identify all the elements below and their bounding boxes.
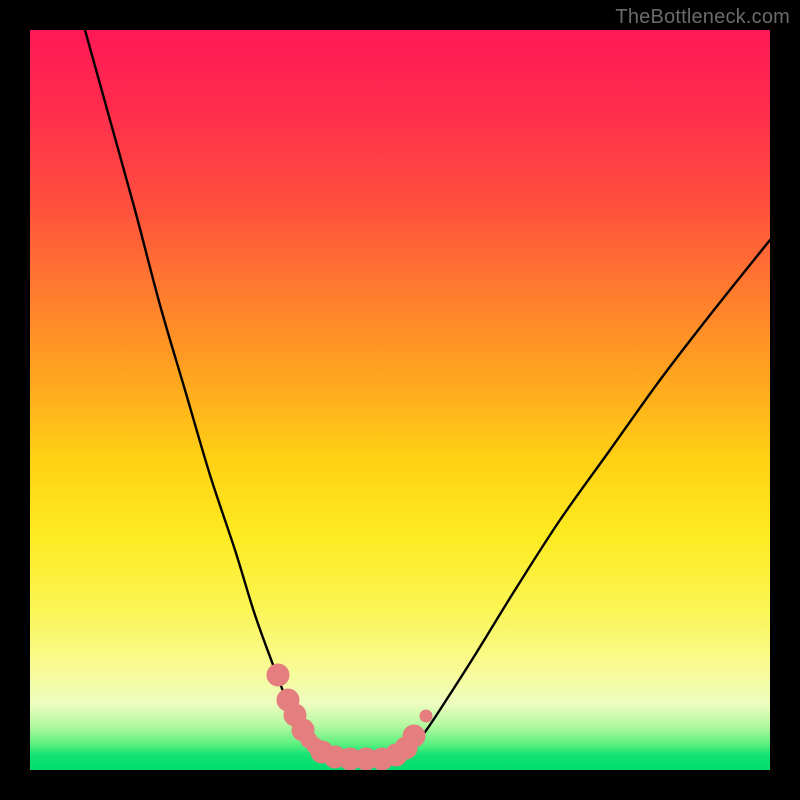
chart-svg [30,30,770,770]
curve-marker [420,710,432,722]
curve-marker [267,664,289,686]
curve-markers [267,664,432,770]
chart-frame: TheBottleneck.com [0,0,800,800]
watermark-text: TheBottleneck.com [615,6,790,29]
curve-marker [403,725,425,747]
bottleneck-curve [85,30,770,759]
plot-area [30,30,770,770]
